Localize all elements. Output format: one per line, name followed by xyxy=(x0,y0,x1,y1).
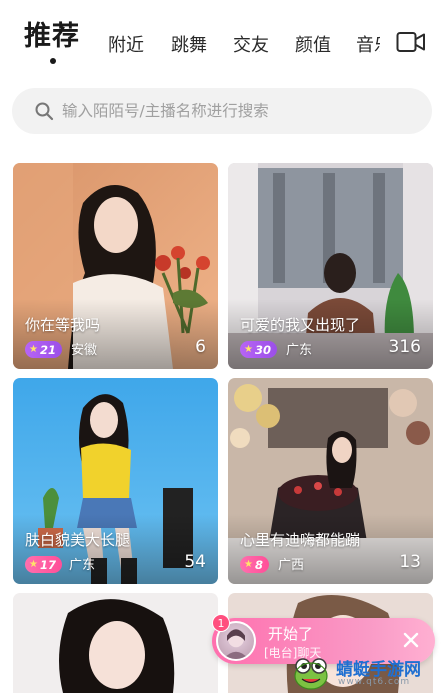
watermark-url: www.qt6.com xyxy=(338,677,411,687)
star-icon: ★ xyxy=(244,344,253,355)
star-icon: ★ xyxy=(244,559,253,570)
live-card[interactable]: 可爱的我又出现了 ★ 30 广东 316 xyxy=(228,163,433,369)
level-value: 21 xyxy=(39,342,56,357)
live-cover-image xyxy=(13,593,218,693)
level-badge: ★ 8 xyxy=(240,556,269,573)
tab-music-clip: 音乐 xyxy=(356,28,380,56)
notification-title: 开始了 xyxy=(268,625,314,643)
close-icon[interactable] xyxy=(401,630,421,650)
search-icon xyxy=(35,102,54,121)
search-input[interactable] xyxy=(62,98,412,124)
tab-dating[interactable]: 交友 xyxy=(233,31,269,57)
top-tab-bar: 推荐 附近 跳舞 交友 颜值 音乐 xyxy=(0,0,445,70)
frog-logo-icon xyxy=(294,658,328,690)
star-icon: ★ xyxy=(29,559,38,570)
card-title: 你在等我吗 xyxy=(25,316,101,334)
viewer-count: 13 xyxy=(399,552,421,572)
site-watermark: 蜻蜓手游网 www.qt6.com xyxy=(292,654,442,691)
tab-looks[interactable]: 颜值 xyxy=(295,31,331,57)
tab-music[interactable]: 音乐 xyxy=(356,28,380,56)
level-badge: ★ 30 xyxy=(240,341,277,358)
tab-dance[interactable]: 跳舞 xyxy=(171,31,207,57)
live-card[interactable]: 心里有迪嗨都能蹦 ★ 8 广西 13 xyxy=(228,378,433,584)
card-title: 可爱的我又出现了 xyxy=(240,316,361,334)
active-tab-indicator xyxy=(50,58,56,64)
level-value: 30 xyxy=(254,342,271,357)
tab-nearby[interactable]: 附近 xyxy=(108,31,144,57)
level-value: 17 xyxy=(39,557,56,572)
search-bar[interactable] xyxy=(12,88,432,134)
viewer-count: 54 xyxy=(184,552,206,572)
live-card[interactable]: 你在等我吗 ★ 21 安徽 6 xyxy=(13,163,218,369)
viewer-count: 6 xyxy=(195,337,206,357)
video-camera-icon[interactable] xyxy=(396,31,426,53)
card-location: 安徽 xyxy=(71,343,98,358)
level-value: 8 xyxy=(254,557,263,572)
live-card[interactable] xyxy=(13,593,218,693)
live-card[interactable]: 肤白貌美大长腿 ★ 17 广东 54 xyxy=(13,378,218,584)
card-title: 肤白貌美大长腿 xyxy=(25,531,131,549)
card-title: 心里有迪嗨都能蹦 xyxy=(240,531,361,549)
tab-recommend[interactable]: 推荐 xyxy=(24,14,80,53)
star-icon: ★ xyxy=(29,344,38,355)
level-badge: ★ 17 xyxy=(25,556,62,573)
card-location: 广东 xyxy=(286,343,313,358)
card-location: 广东 xyxy=(69,558,96,573)
card-location: 广西 xyxy=(278,558,305,573)
viewer-count: 316 xyxy=(388,337,421,357)
unread-badge: 1 xyxy=(212,614,230,632)
level-badge: ★ 21 xyxy=(25,341,62,358)
